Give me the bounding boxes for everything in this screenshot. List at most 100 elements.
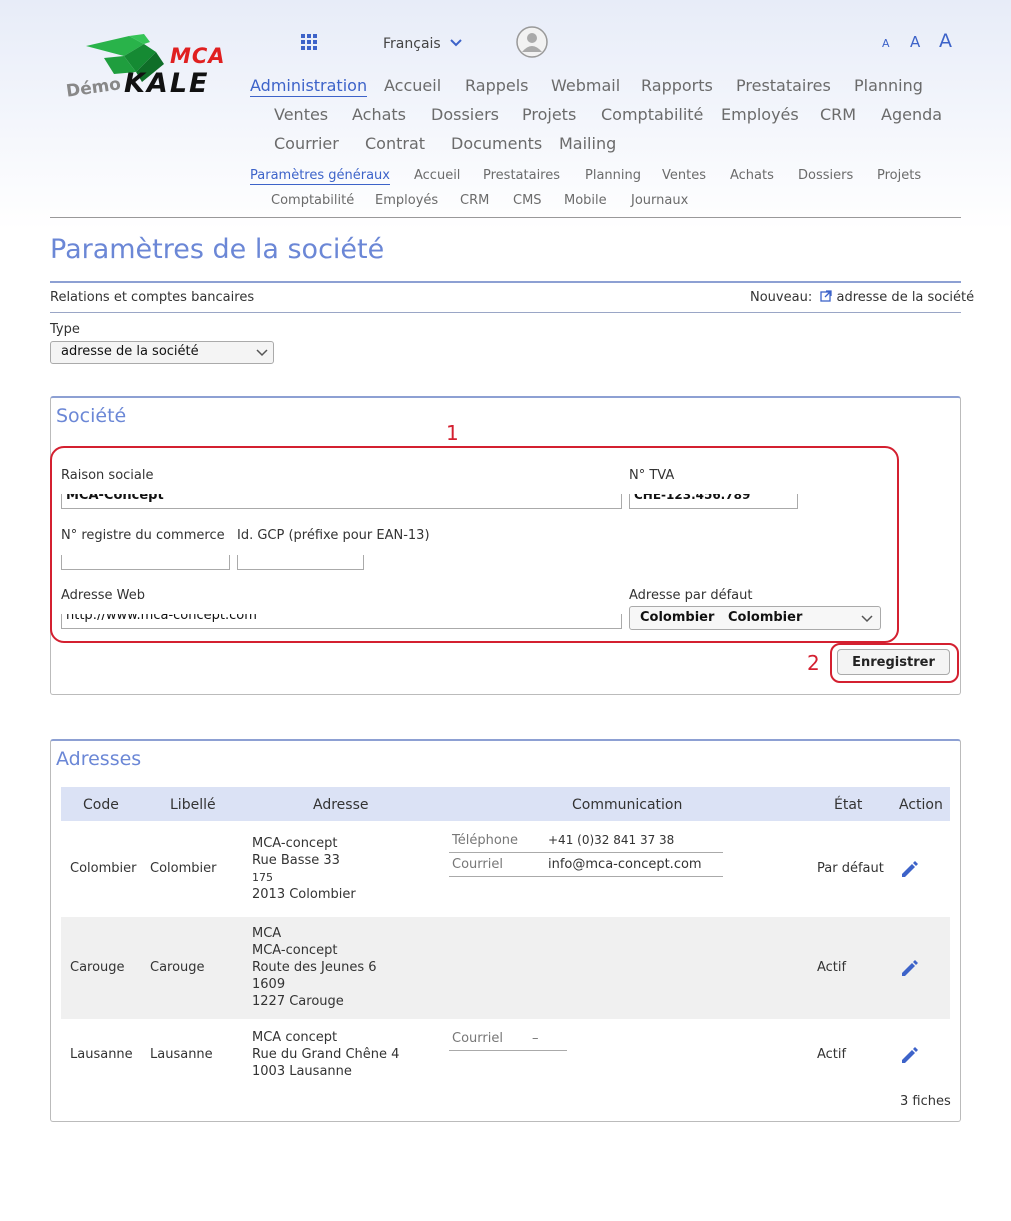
- address-line: 1609: [252, 977, 286, 992]
- adresses-title: Adresses: [56, 748, 142, 770]
- font-size-small[interactable]: A: [882, 37, 890, 50]
- nav-ventes[interactable]: Ventes: [274, 105, 328, 124]
- brand-kale: KALE: [124, 68, 210, 99]
- new-address-link[interactable]: adresse de la société: [836, 290, 974, 305]
- tva-input[interactable]: CHE-123.456.789: [629, 494, 798, 509]
- subnav-mobile[interactable]: Mobile: [564, 193, 607, 208]
- address-line: Route des Jeunes 6: [252, 960, 377, 975]
- gcp-input[interactable]: [237, 555, 364, 570]
- subnav-projets[interactable]: Projets: [877, 168, 921, 183]
- chevron-down-icon: [256, 349, 268, 357]
- subnav-accueil[interactable]: Accueil: [414, 168, 460, 183]
- cell-libelle: Lausanne: [150, 1047, 213, 1062]
- cell-libelle: Colombier: [150, 861, 217, 876]
- th-etat[interactable]: État: [834, 797, 862, 813]
- cell-address: MCA MCA-concept Route des Jeunes 6 1609 …: [252, 925, 377, 1010]
- th-libelle[interactable]: Libellé: [170, 797, 216, 813]
- subnav-cms[interactable]: CMS: [513, 193, 542, 208]
- th-adresse[interactable]: Adresse: [313, 797, 368, 813]
- new-address-area: Nouveau: adresse de la société: [750, 290, 974, 305]
- comm-email: –: [532, 1031, 539, 1046]
- address-line: MCA: [252, 926, 282, 941]
- type-select[interactable]: adresse de la société: [50, 341, 274, 364]
- nav-prestataires[interactable]: Prestataires: [736, 76, 831, 95]
- page-title: Paramètres de la société: [50, 234, 385, 265]
- comm-key: Courriel: [452, 1031, 503, 1046]
- nav-comptabilite[interactable]: Comptabilité: [601, 105, 703, 124]
- web-input[interactable]: http://www.mca-concept.com: [61, 614, 622, 629]
- pencil-icon: [902, 861, 918, 877]
- address-line: MCA-concept: [252, 836, 338, 851]
- cell-etat: Actif: [817, 960, 847, 975]
- nav-employes[interactable]: Employés: [721, 105, 799, 124]
- subnav-dossiers[interactable]: Dossiers: [798, 168, 853, 183]
- nav-contrat[interactable]: Contrat: [365, 134, 425, 153]
- societe-title: Société: [56, 405, 127, 427]
- default-address-select[interactable]: Colombier Colombier: [629, 606, 881, 630]
- edit-button[interactable]: [899, 957, 921, 979]
- nav-achats[interactable]: Achats: [352, 105, 406, 124]
- nav-mailing[interactable]: Mailing: [559, 134, 616, 153]
- chevron-down-icon: [861, 615, 873, 623]
- apps-grid-icon: [301, 34, 317, 50]
- pencil-icon: [902, 960, 918, 976]
- raison-sociale-input[interactable]: MCA-Concept: [61, 494, 622, 509]
- nav-administration[interactable]: Administration: [250, 76, 368, 97]
- cell-code: Lausanne: [70, 1047, 133, 1062]
- address-line: 2013 Colombier: [252, 887, 356, 902]
- language-label: Français: [383, 36, 441, 52]
- nav-projets[interactable]: Projets: [522, 105, 576, 124]
- type-label: Type: [50, 322, 80, 337]
- edit-button[interactable]: [899, 858, 921, 880]
- nav-agenda[interactable]: Agenda: [881, 105, 942, 124]
- edit-button[interactable]: [899, 1044, 921, 1066]
- comm-key: Téléphone: [452, 833, 519, 848]
- subnav-comptabilite[interactable]: Comptabilité: [271, 193, 354, 208]
- external-link-icon: [820, 290, 832, 302]
- nav-crm[interactable]: CRM: [820, 105, 856, 124]
- th-code[interactable]: Code: [83, 797, 119, 813]
- nav-planning[interactable]: Planning: [854, 76, 923, 95]
- brand-demo: Démo: [64, 74, 123, 102]
- subnav-ventes[interactable]: Ventes: [662, 168, 706, 183]
- nav-rappels[interactable]: Rappels: [465, 76, 529, 95]
- new-label: Nouveau:: [750, 290, 813, 305]
- registre-input[interactable]: [61, 555, 230, 570]
- subnav-journaux[interactable]: Journaux: [631, 193, 688, 208]
- nav-dossiers[interactable]: Dossiers: [431, 105, 499, 124]
- user-avatar-button[interactable]: [516, 26, 548, 58]
- header-divider: [50, 217, 961, 218]
- subnav-achats[interactable]: Achats: [730, 168, 774, 183]
- nav-rapports[interactable]: Rapports: [641, 76, 713, 95]
- subnav-prestataires[interactable]: Prestataires: [483, 168, 560, 183]
- apps-grid-button[interactable]: [300, 33, 318, 51]
- default-address-value: Colombier Colombier: [640, 610, 803, 625]
- nav-webmail[interactable]: Webmail: [551, 76, 620, 95]
- logo[interactable]: MCA Démo KALE: [62, 30, 242, 110]
- subnav-planning[interactable]: Planning: [585, 168, 641, 183]
- relations-link[interactable]: Relations et comptes bancaires: [50, 290, 254, 305]
- title-underline: [50, 281, 961, 283]
- language-selector[interactable]: Français: [383, 33, 462, 52]
- comm-email[interactable]: info@mca-concept.com: [548, 857, 702, 872]
- nav-courrier[interactable]: Courrier: [274, 134, 339, 153]
- subnav-employes[interactable]: Employés: [375, 193, 438, 208]
- font-size-large[interactable]: A: [939, 30, 952, 52]
- nav-accueil[interactable]: Accueil: [384, 76, 441, 95]
- address-line: 1003 Lausanne: [252, 1064, 352, 1079]
- font-size-medium[interactable]: A: [910, 33, 920, 51]
- nav-documents[interactable]: Documents: [451, 134, 542, 153]
- comm-key: Courriel: [452, 857, 503, 872]
- address-line: MCA-concept: [252, 943, 338, 958]
- comm-divider: [449, 852, 723, 853]
- th-communication[interactable]: Communication: [572, 797, 682, 813]
- subnav-parametres-generaux[interactable]: Paramètres généraux: [250, 168, 390, 185]
- type-select-value: adresse de la société: [61, 344, 199, 359]
- comm-phone[interactable]: +41 (0)32 841 37 38: [548, 833, 674, 847]
- user-avatar-icon: [516, 26, 548, 58]
- annotation-1: 1: [446, 421, 459, 445]
- cell-code: Colombier: [70, 861, 137, 876]
- relations-divider: [50, 312, 961, 313]
- subnav-crm[interactable]: CRM: [460, 193, 489, 208]
- save-button[interactable]: Enregistrer: [837, 649, 950, 675]
